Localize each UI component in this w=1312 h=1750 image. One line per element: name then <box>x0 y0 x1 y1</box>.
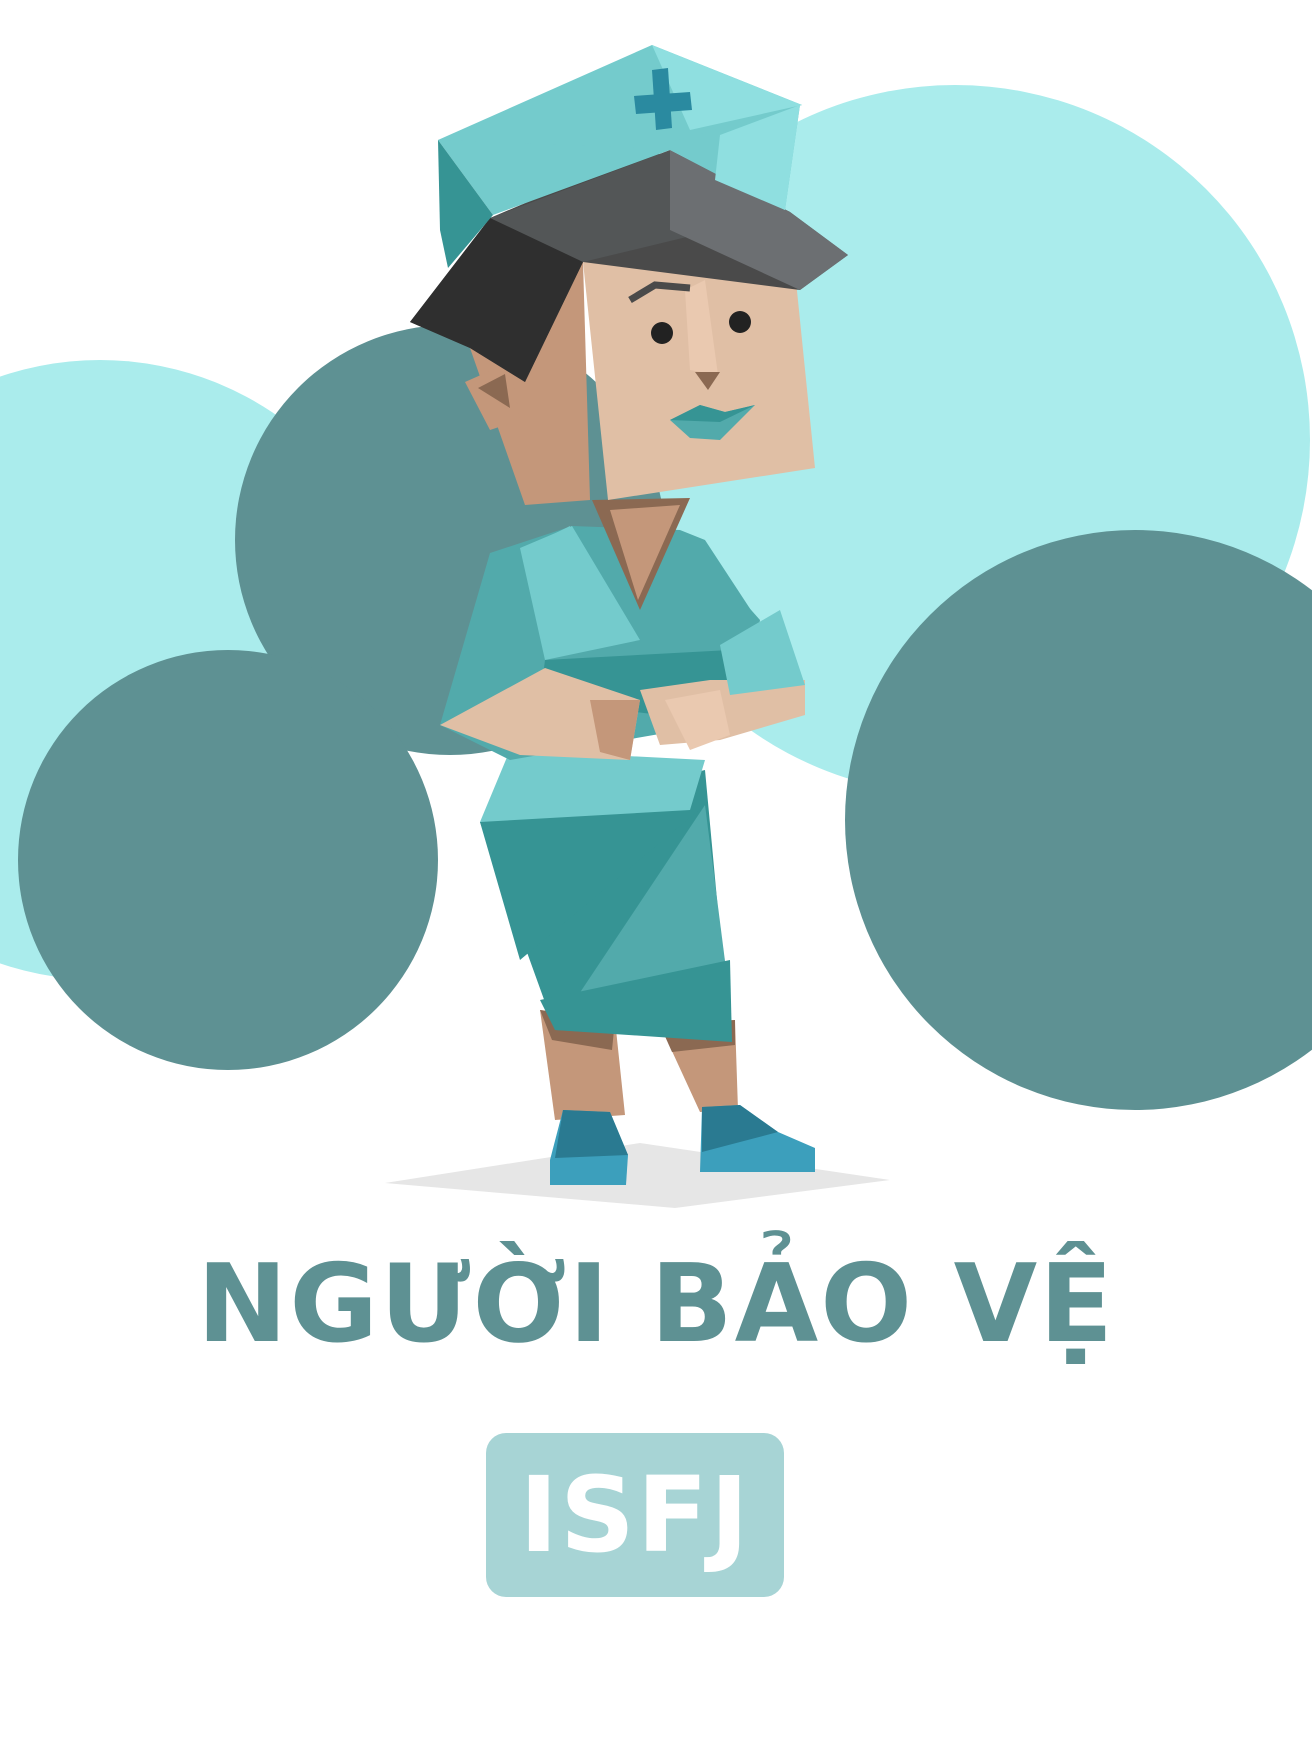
eye-left <box>651 322 673 344</box>
nurse-illustration <box>0 45 1312 1208</box>
badge-label: ISFJ <box>519 1454 751 1576</box>
dark-circle-left <box>18 650 438 1070</box>
shoe-left-top <box>555 1110 628 1158</box>
personality-title: NGƯỜI BẢO VỆ <box>196 1242 1116 1367</box>
personality-type-badge: ISFJ <box>486 1433 784 1597</box>
eye-right <box>729 311 751 333</box>
